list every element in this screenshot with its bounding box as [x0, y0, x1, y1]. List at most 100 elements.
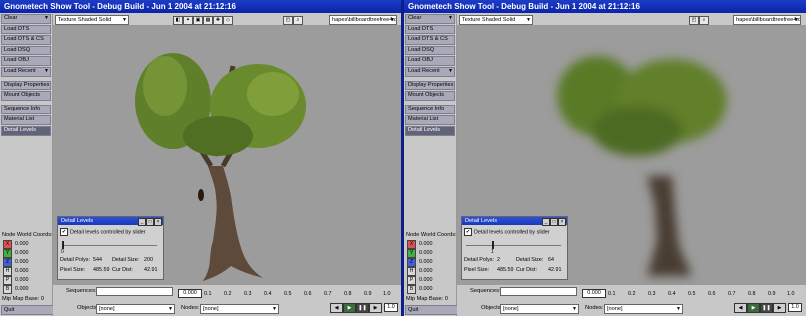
detail-slider-knob[interactable] [62, 241, 64, 249]
foliage-left-highlight [143, 56, 187, 116]
sidebar-item-mount-objects[interactable]: Mount Objects [1, 91, 51, 101]
time-value-field[interactable]: 0.000 [178, 289, 202, 298]
axis-b-badge: B [3, 285, 12, 294]
play-button[interactable]: ▶ [343, 303, 356, 313]
sidebar-item-clear[interactable]: Clear [405, 14, 455, 24]
play-button[interactable]: ▶ [747, 303, 760, 313]
sidebar-item-load-obj[interactable]: Load OBJ [405, 56, 455, 66]
coord-x-value: 0.000 [15, 241, 29, 247]
sidebar-item-load-dts-cs[interactable]: Load DTS & CS [1, 35, 51, 45]
billboard-trunk [647, 176, 692, 276]
sequences-select[interactable] [96, 287, 173, 296]
quit-button[interactable]: Quit [1, 305, 54, 315]
speed-field[interactable]: 1.0 [384, 303, 398, 312]
bounds-icon[interactable]: ▣ [193, 16, 203, 25]
sidebar-item-load-dts[interactable]: Load DTS [1, 24, 51, 35]
sidebar-item-load-obj[interactable]: Load OBJ [1, 56, 51, 66]
quit-button[interactable]: Quit [405, 305, 458, 315]
coord-x: X 0.000 [3, 240, 29, 249]
nodes-select[interactable]: [none] [200, 304, 279, 314]
coord-p-value: 0.000 [15, 277, 29, 283]
pause-button[interactable]: ❚❚ [760, 303, 773, 313]
minimize-icon[interactable]: _ [138, 218, 146, 226]
timeline-tick: 0.9 [768, 291, 776, 297]
axis-h-badge: H [3, 267, 12, 276]
slider-one-label: 1 [491, 249, 494, 255]
axes-icon[interactable]: ✚ [213, 16, 223, 25]
close-icon[interactable]: × [558, 218, 566, 226]
bottom-panel: Sequences: 0.000 0.1 0.2 0.3 0.4 0.5 0.6… [457, 285, 806, 316]
sidebar-item-display-properties[interactable]: Display Properties [405, 80, 455, 91]
wireframe-icon[interactable]: ◇ [223, 16, 233, 25]
nodes-select[interactable]: [none] [604, 304, 683, 314]
coord-b: B 0.000 [3, 285, 29, 294]
shape-file-select[interactable]: hapes\billboardtreefree4.dts [733, 15, 801, 25]
grid-icon[interactable]: ▦ [203, 16, 213, 25]
slider-control-checkbox[interactable]: ✔ Detail levels controlled by slider [464, 228, 550, 236]
checkbox-icon[interactable]: ✔ [60, 228, 68, 236]
rewind-button[interactable]: ◀ [330, 303, 343, 313]
time-value-field[interactable]: 0.000 [582, 289, 606, 298]
screenshot-icon[interactable]: ◰ [689, 16, 699, 25]
trunk-hole [198, 189, 204, 201]
sidebar-item-load-dts-cs[interactable]: Load DTS & CS [405, 35, 455, 45]
viewport[interactable]: Detail Levels _ □ × ✔ Detail levels contr… [457, 26, 806, 285]
camera-icon[interactable]: ◧ [173, 16, 183, 25]
detail-levels-panel: Detail Levels _ □ × ✔ Detail levels contr… [461, 216, 568, 280]
speed-field[interactable]: 1.0 [788, 303, 802, 312]
checkbox-icon[interactable]: ✔ [464, 228, 472, 236]
detail-slider-track[interactable] [62, 245, 157, 246]
forward-button[interactable]: ▶ [773, 303, 786, 313]
sequences-select[interactable] [500, 287, 577, 296]
sidebar-item-clear[interactable]: Clear [1, 14, 51, 24]
sidebar-item-mount-objects[interactable]: Mount Objects [405, 91, 455, 101]
sidebar-item-load-dsq[interactable]: Load DSQ [1, 45, 51, 56]
detail-slider-knob[interactable] [492, 241, 494, 249]
objects-select[interactable]: [none] [500, 304, 579, 314]
light-icon[interactable]: ✦ [183, 16, 193, 25]
screenshot-icon[interactable]: ◰ [283, 16, 293, 25]
detail-polys-value: 544 [93, 257, 102, 263]
pause-button[interactable]: ❚❚ [356, 303, 369, 313]
zoom-icon[interactable]: ⌕ [293, 16, 303, 25]
cur-dist-value: 42.91 [144, 267, 158, 273]
shape-file-select[interactable]: hapes\billboardtreefree4.dts [329, 15, 397, 25]
timeline-tick: 0.8 [748, 291, 756, 297]
sidebar-item-display-properties[interactable]: Display Properties [1, 80, 51, 91]
timeline-tick: 0.1 [608, 291, 616, 297]
axis-y-badge: Y [3, 249, 12, 258]
detail-polys-label: Detail Polys: [60, 257, 90, 263]
nodes-label: Nodes: [585, 305, 604, 311]
detail-panel-title: Detail Levels _ □ × [58, 217, 163, 226]
sidebar-item-material-list[interactable]: Material List [1, 115, 51, 125]
maximize-icon[interactable]: □ [550, 218, 558, 226]
zoom-icon[interactable]: ⌕ [699, 16, 709, 25]
sidebar-item-load-dts[interactable]: Load DTS [405, 24, 455, 35]
detail-size-label: Detail Size: [516, 257, 544, 263]
sidebar-item-material-list[interactable]: Material List [405, 115, 455, 125]
coord-z: Z 0.000 [3, 258, 29, 267]
sidebar-item-detail-levels[interactable]: Detail Levels [1, 125, 51, 136]
axis-p-badge: P [407, 276, 416, 285]
render-mode-select[interactable]: Texture Shaded Solid [55, 15, 129, 25]
axis-h-badge: H [407, 267, 416, 276]
timeline-tick: 0.8 [344, 291, 352, 297]
maximize-icon[interactable]: □ [146, 218, 154, 226]
detail-slider-track[interactable] [466, 245, 561, 246]
slider-control-checkbox[interactable]: ✔ Detail levels controlled by slider [60, 228, 146, 236]
sidebar-item-load-recent[interactable]: Load Recent [405, 66, 455, 77]
minimize-icon[interactable]: _ [542, 218, 550, 226]
forward-button[interactable]: ▶ [369, 303, 382, 313]
objects-select[interactable]: [none] [96, 304, 175, 314]
viewport[interactable]: Detail Levels _ □ × ✔ Detail levels contr… [53, 26, 401, 285]
sidebar-item-load-recent[interactable]: Load Recent [1, 66, 51, 77]
timeline-tick: 0.6 [708, 291, 716, 297]
rewind-button[interactable]: ◀ [734, 303, 747, 313]
sidebar-item-load-dsq[interactable]: Load DSQ [405, 45, 455, 56]
sidebar-item-detail-levels[interactable]: Detail Levels [405, 125, 455, 136]
sidebar-item-sequence-info[interactable]: Sequence Info [405, 104, 455, 115]
axis-x-badge: X [3, 240, 12, 249]
close-icon[interactable]: × [154, 218, 162, 226]
render-mode-select[interactable]: Texture Shaded Solid [459, 15, 533, 25]
sidebar-item-sequence-info[interactable]: Sequence Info [1, 104, 51, 115]
